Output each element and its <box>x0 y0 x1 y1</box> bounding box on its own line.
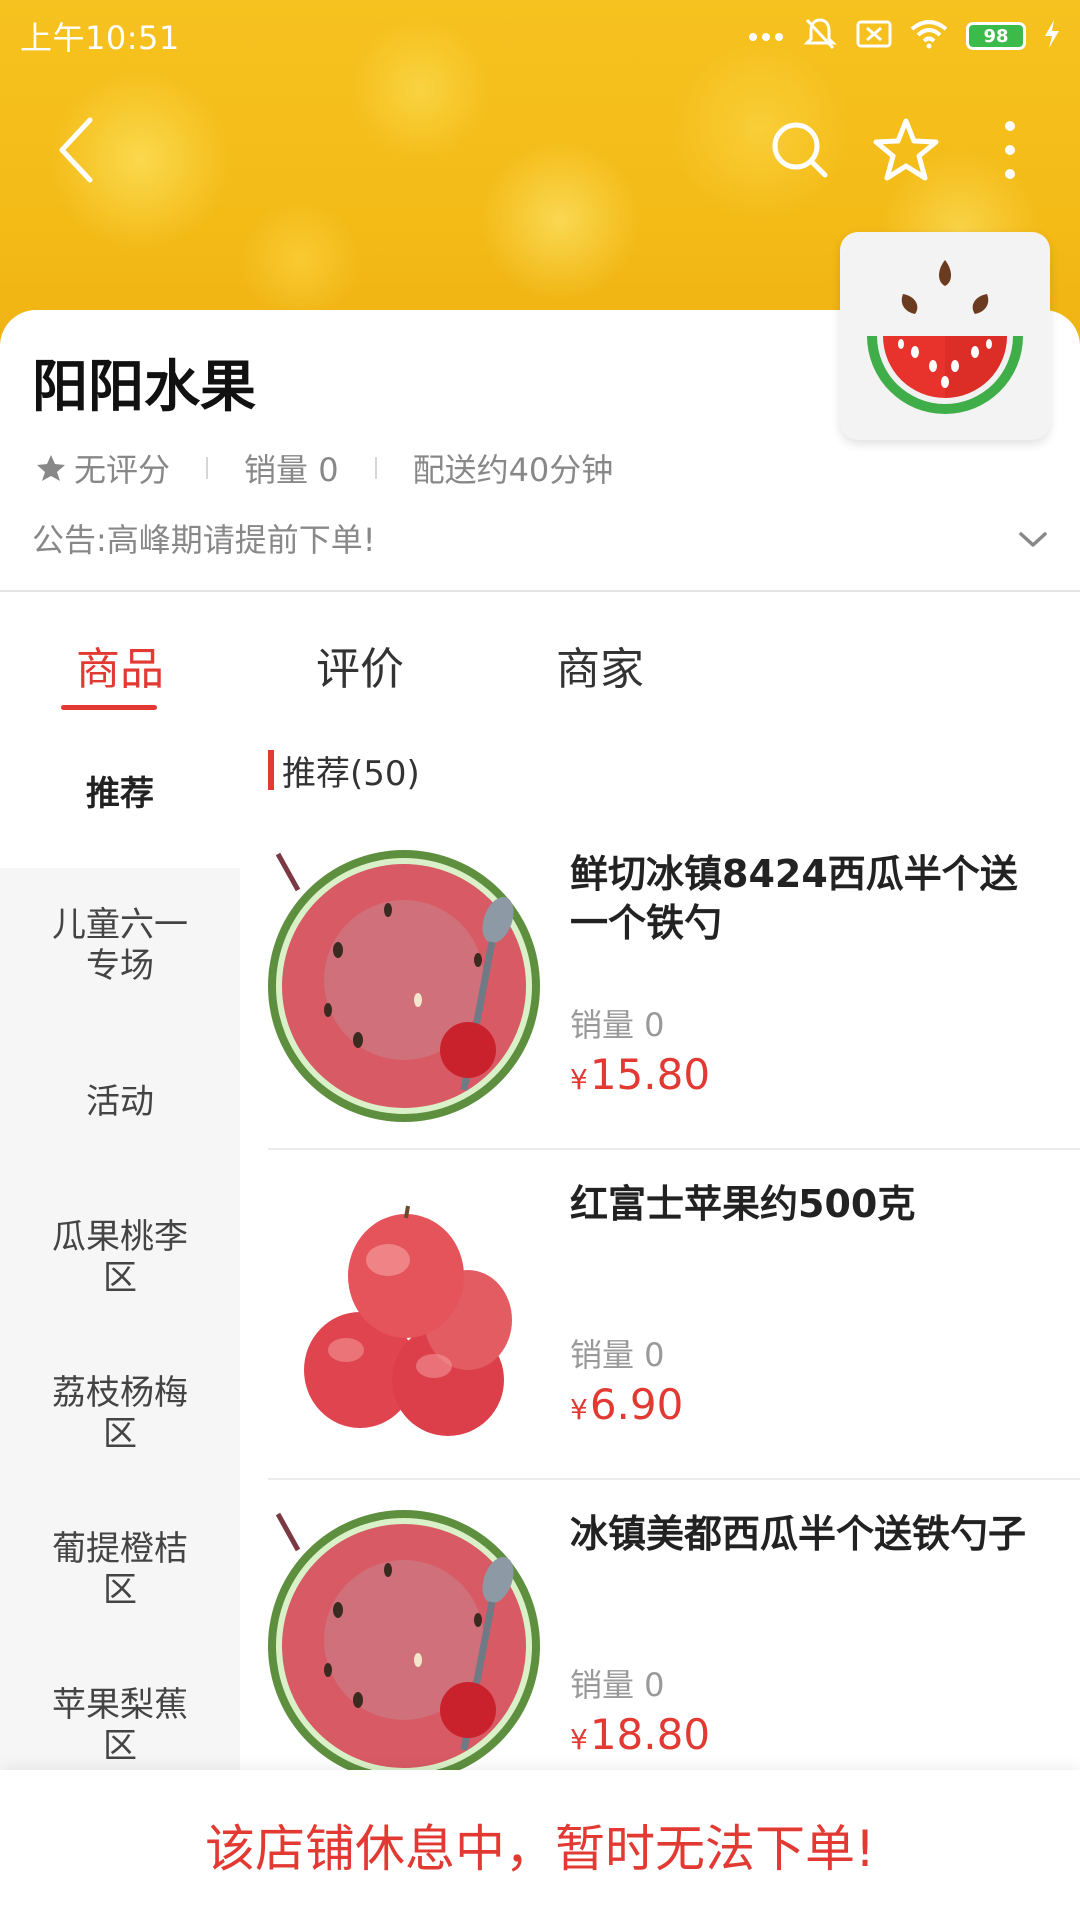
currency-symbol: ¥ <box>570 1723 588 1756</box>
shop-closed-message: 该店铺休息中，暂时无法下单! <box>204 1820 876 1878</box>
mute-bell-icon <box>802 16 838 56</box>
divider <box>374 457 377 479</box>
currency-symbol: ¥ <box>570 1393 588 1426</box>
product-image-watermelon[interactable] <box>268 1510 540 1770</box>
delivery-stat: 配送约40分钟 <box>412 451 614 489</box>
section-header: 推荐(50) <box>268 720 1080 820</box>
category-grape-orange[interactable]: 葡提橙桔区 <box>0 1492 240 1648</box>
battery-icon: 98 <box>966 22 1026 50</box>
shop-stats: 无评分 销量 0 配送约40分钟 <box>36 446 613 490</box>
product-sales: 销量 0 <box>570 1666 665 1704</box>
shop-name: 阳阳水果 <box>32 355 256 420</box>
product-card[interactable]: 鲜切冰镇8424西瓜半个送一个铁勺 销量 0 ¥15.80 <box>268 820 1080 1150</box>
top-nav <box>0 100 1080 200</box>
wifi-icon <box>910 19 948 53</box>
tab-reviews[interactable]: 评价 <box>240 610 480 720</box>
product-list[interactable]: 推荐(50) 鲜切冰镇8424西瓜半个送一个铁勺 销量 0 ¥15.80 红富士… <box>268 720 1080 1770</box>
shop-logo <box>840 232 1050 440</box>
currency-symbol: ¥ <box>570 1063 588 1096</box>
product-name: 鲜切冰镇8424西瓜半个送一个铁勺 <box>570 852 1018 946</box>
category-sidebar: 推荐 儿童六一专场 活动 瓜果桃李区 荔枝杨梅区 葡提橙桔区 苹果梨蕉区 <box>0 720 240 1770</box>
status-icons: 98 <box>748 16 1060 56</box>
rating-text: 无评分 <box>74 451 171 489</box>
price-value: 18.80 <box>589 1710 711 1759</box>
charging-icon <box>1044 20 1060 52</box>
product-name: 冰镇美都西瓜半个送铁勺子 <box>570 1512 1027 1556</box>
category-melons-peaches[interactable]: 瓜果桃李区 <box>0 1180 240 1336</box>
back-arrow-icon[interactable] <box>36 100 116 200</box>
notice-text: 公告:高峰期请提前下单! <box>32 521 376 559</box>
star-filled-icon <box>36 453 66 483</box>
product-sales: 销量 0 <box>570 1006 665 1044</box>
divider <box>206 457 209 479</box>
tab-merchant[interactable]: 商家 <box>480 610 720 720</box>
tab-products[interactable]: 商品 <box>0 610 240 720</box>
shop-closed-bar: 该店铺休息中，暂时无法下单! <box>0 1770 1080 1920</box>
product-image-apples[interactable] <box>268 1180 540 1452</box>
section-title: 推荐(50) <box>282 753 420 794</box>
category-activity[interactable]: 活动 <box>0 1024 240 1180</box>
product-sales: 销量 0 <box>570 1336 665 1374</box>
sim-off-icon <box>856 19 892 53</box>
status-bar: 上午10:51 98 <box>0 0 1080 72</box>
product-price: ¥15.80 <box>570 1050 710 1099</box>
more-dots-icon <box>748 27 784 46</box>
product-image-watermelon[interactable] <box>268 850 540 1122</box>
category-recommend[interactable]: 推荐 <box>0 720 240 868</box>
product-price: ¥6.90 <box>570 1380 683 1429</box>
product-card[interactable]: 冰镇美都西瓜半个送铁勺子 销量 0 ¥18.80 <box>268 1480 1080 1770</box>
section-accent-bar <box>268 750 274 790</box>
more-vertical-icon[interactable] <box>972 100 1048 200</box>
category-childrens-day[interactable]: 儿童六一专场 <box>0 868 240 1024</box>
sales-stat: 销量 0 <box>244 451 339 489</box>
watermelon-logo-icon <box>867 260 1023 414</box>
product-card[interactable]: 红富士苹果约500克 销量 0 ¥6.90 <box>268 1150 1080 1480</box>
shop-tabs: 商品 评价 商家 <box>0 610 1080 720</box>
price-value: 6.90 <box>589 1380 684 1429</box>
search-icon[interactable] <box>760 100 840 200</box>
rating-stat: 无评分 <box>36 445 170 491</box>
category-lychee-bayberry[interactable]: 荔枝杨梅区 <box>0 1336 240 1492</box>
star-outline-icon[interactable] <box>866 100 946 200</box>
status-time: 上午10:51 <box>20 19 180 57</box>
price-value: 15.80 <box>589 1050 711 1099</box>
product-price: ¥18.80 <box>570 1710 710 1759</box>
chevron-down-icon[interactable] <box>1018 519 1048 557</box>
product-name: 红富士苹果约500克 <box>570 1182 916 1226</box>
shop-notice[interactable]: 公告:高峰期请提前下单! <box>32 516 1048 560</box>
